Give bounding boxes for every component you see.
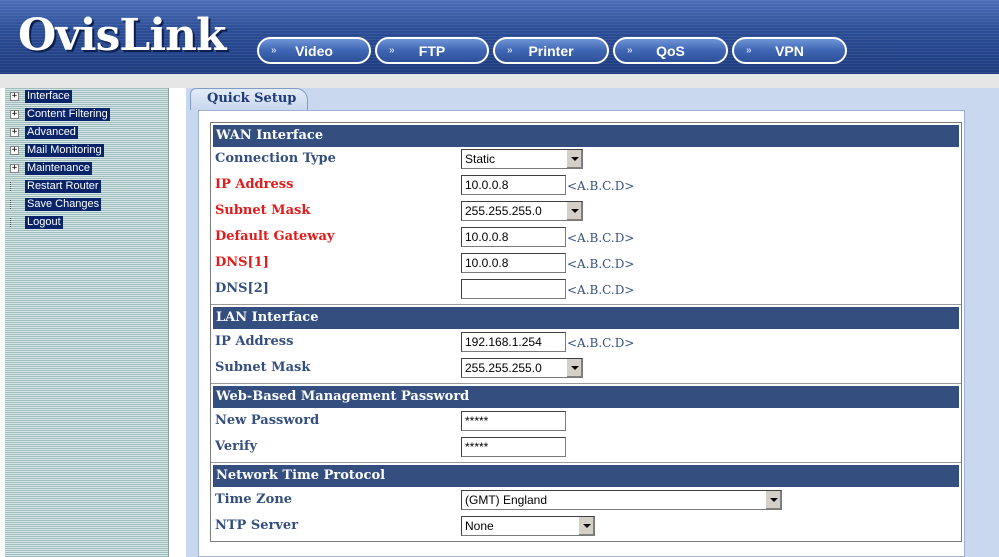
sidebar-item-label[interactable]: Interface: [25, 89, 72, 103]
dropdown-arrow-icon[interactable]: [765, 491, 781, 509]
connection-type-label: Connection Type: [215, 151, 336, 166]
sidebar-item-label[interactable]: Advanced: [25, 125, 78, 139]
dns1-hint: <A.B.C.D>: [567, 257, 635, 271]
chevron-right-icon: »: [627, 45, 633, 56]
wan-ip-address-label: IP Address: [215, 177, 294, 192]
nav-video-label: Video: [295, 42, 333, 59]
connection-type-select[interactable]: Static: [461, 149, 583, 169]
wan-ip-address-hint: <A.B.C.D>: [567, 179, 635, 193]
new-password-label: New Password: [215, 413, 320, 428]
default-gateway-hint: <A.B.C.D>: [567, 231, 635, 245]
sidebar-item-restart-router[interactable]: Restart Router: [10, 179, 101, 193]
lan-ip-address-hint: <A.B.C.D>: [567, 336, 635, 350]
wan-ip-address-input[interactable]: 10.0.0.8: [461, 175, 566, 195]
lan-ip-address-label: IP Address: [215, 334, 294, 349]
verify-password-label: Verify: [215, 439, 258, 454]
tree-line-icon: [10, 181, 19, 191]
nav-ftp-label: FTP: [418, 42, 446, 59]
dns2-label: DNS[2]: [215, 281, 269, 296]
nav-qos-button[interactable]: » QoS: [613, 37, 728, 64]
chevron-right-icon: »: [507, 45, 513, 56]
nav-printer-button[interactable]: » Printer: [493, 37, 609, 64]
nav-vpn-label: VPN: [775, 42, 804, 59]
time-zone-value: (GMT) England: [465, 493, 548, 507]
dropdown-arrow-icon[interactable]: [566, 359, 582, 377]
chevron-right-icon: »: [271, 45, 277, 56]
nav-ftp-button[interactable]: » FTP: [375, 37, 489, 64]
ntp-server-value: None: [465, 519, 494, 533]
dropdown-arrow-icon[interactable]: [578, 517, 594, 535]
header-banner: OvisLink » Video » FTP » Printer » QoS »…: [0, 0, 999, 74]
sidebar-item-save-changes[interactable]: Save Changes: [10, 197, 102, 211]
sidebar-tree: + Interface + Content Filtering + Advanc…: [5, 88, 169, 557]
password-section-header: Web-Based Management Password: [213, 386, 959, 408]
default-gateway-input[interactable]: 10.0.0.8: [461, 227, 566, 247]
chevron-right-icon: »: [746, 45, 752, 56]
ntp-section-header: Network Time Protocol: [213, 465, 959, 487]
dns2-hint: <A.B.C.D>: [567, 283, 635, 297]
sidebar-item-label[interactable]: Save Changes: [25, 197, 102, 211]
lan-subnet-mask-label: Subnet Mask: [215, 360, 311, 375]
nav-video-button[interactable]: » Video: [257, 37, 371, 64]
sidebar-item-interface[interactable]: + Interface: [10, 89, 72, 103]
sidebar-item-label[interactable]: Content Filtering: [25, 107, 110, 121]
dns1-label: DNS[1]: [215, 255, 269, 270]
dropdown-arrow-icon[interactable]: [566, 150, 582, 168]
expand-plus-icon[interactable]: +: [10, 91, 19, 101]
tree-line-icon: [10, 217, 19, 227]
connection-type-value: Static: [465, 152, 496, 166]
nav-vpn-button[interactable]: » VPN: [732, 37, 847, 64]
tree-line-icon: [10, 199, 19, 209]
dns2-input[interactable]: [461, 279, 566, 299]
sidebar-item-logout[interactable]: Logout: [10, 215, 63, 229]
tab-quick-setup[interactable]: Quick Setup: [190, 88, 308, 110]
section-divider: [211, 383, 961, 384]
wan-subnet-mask-select[interactable]: 255.255.255.0: [461, 201, 583, 221]
ntp-server-label: NTP Server: [215, 518, 299, 533]
sidebar-item-mail-monitoring[interactable]: + Mail Monitoring: [10, 143, 104, 157]
section-divider: [211, 304, 961, 305]
nav-qos-label: QoS: [656, 42, 685, 59]
ntp-server-select[interactable]: None: [461, 516, 595, 536]
expand-plus-icon[interactable]: +: [10, 163, 19, 173]
sidebar-item-advanced[interactable]: + Advanced: [10, 125, 78, 139]
expand-plus-icon[interactable]: +: [10, 127, 19, 137]
lan-ip-address-input[interactable]: 192.168.1.254: [461, 332, 566, 352]
header-separator: [0, 74, 999, 88]
verify-password-input[interactable]: *****: [461, 437, 566, 457]
dns1-input[interactable]: 10.0.0.8: [461, 253, 566, 273]
section-divider: [211, 462, 961, 463]
time-zone-label: Time Zone: [215, 492, 293, 507]
chevron-right-icon: »: [389, 45, 395, 56]
new-password-input[interactable]: *****: [461, 411, 566, 431]
sidebar-item-label[interactable]: Maintenance: [25, 161, 92, 175]
time-zone-select[interactable]: (GMT) England: [461, 490, 782, 510]
wan-subnet-mask-value: 255.255.255.0: [465, 204, 542, 218]
sidebar-item-content-filtering[interactable]: + Content Filtering: [10, 107, 110, 121]
dropdown-arrow-icon[interactable]: [566, 202, 582, 220]
sidebar-item-label[interactable]: Logout: [25, 215, 63, 229]
sidebar-gutter: [169, 88, 186, 557]
ovislink-logo: OvisLink: [18, 10, 227, 61]
wan-section-header: WAN Interface: [213, 125, 959, 147]
sidebar-item-label[interactable]: Mail Monitoring: [25, 143, 104, 157]
lan-section-header: LAN Interface: [213, 307, 959, 329]
sidebar-item-label[interactable]: Restart Router: [25, 179, 101, 193]
nav-printer-label: Printer: [528, 42, 574, 59]
sidebar-item-maintenance[interactable]: + Maintenance: [10, 161, 92, 175]
lan-subnet-mask-select[interactable]: 255.255.255.0: [461, 358, 583, 378]
wan-subnet-mask-label: Subnet Mask: [215, 203, 311, 218]
lan-subnet-mask-value: 255.255.255.0: [465, 361, 542, 375]
expand-plus-icon[interactable]: +: [10, 109, 19, 119]
default-gateway-label: Default Gateway: [215, 229, 335, 244]
expand-plus-icon[interactable]: +: [10, 145, 19, 155]
